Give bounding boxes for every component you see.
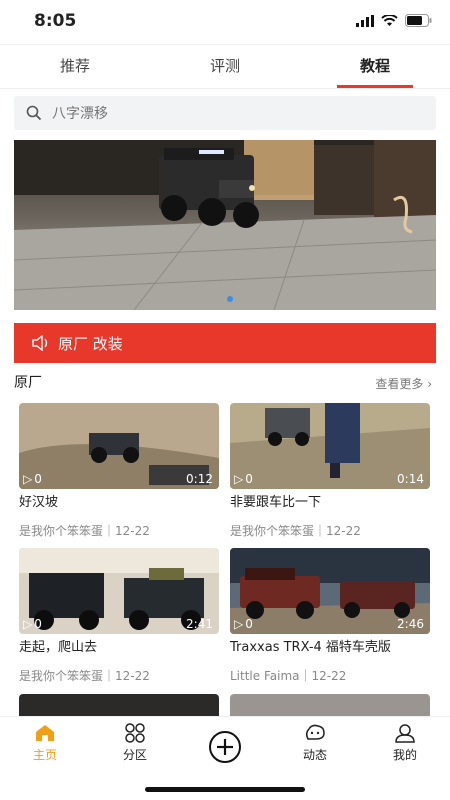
play-icon: ▷ bbox=[23, 617, 33, 631]
video-thumbnail[interactable]: ▷ 0 2:41 bbox=[19, 548, 219, 634]
video-duration: 0:12 bbox=[186, 472, 213, 486]
video-card[interactable]: ▷ 0 0:12 好汉坡 bbox=[19, 403, 219, 511]
status-time: 8:05 bbox=[34, 11, 77, 31]
video-duration: 0:14 bbox=[397, 472, 424, 486]
video-title: 好汉坡 bbox=[19, 495, 59, 510]
nav-feed-label: 动态 bbox=[302, 748, 327, 762]
category-notice-bar[interactable]: 原厂 改装 bbox=[14, 323, 436, 363]
view-count: ▷ 0 bbox=[23, 617, 42, 631]
wifi-icon bbox=[381, 14, 398, 26]
search-bar[interactable] bbox=[14, 96, 436, 130]
carousel-indicator[interactable] bbox=[227, 296, 233, 302]
nav-profile[interactable]: 我的 bbox=[360, 717, 450, 773]
video-meta: 是我你个笨笨蛋｜12-22 bbox=[230, 524, 361, 538]
speaker-icon bbox=[32, 335, 48, 351]
video-thumbnail-partial[interactable] bbox=[230, 694, 430, 716]
see-more-label: 查看更多 bbox=[375, 377, 424, 391]
video-thumbnail[interactable]: ▷ 0 2:46 bbox=[230, 548, 430, 634]
top-tabs: 推荐 评测 教程 bbox=[0, 44, 450, 89]
nav-home-label: 主页 bbox=[32, 748, 57, 762]
see-more-link[interactable]: 查看更多 › bbox=[375, 375, 432, 392]
tab-recommend[interactable]: 推荐 bbox=[0, 45, 150, 88]
video-thumbnail-partial[interactable] bbox=[19, 694, 219, 716]
category-icon bbox=[125, 723, 145, 743]
signal-icon bbox=[356, 14, 374, 27]
search-input[interactable] bbox=[50, 102, 424, 126]
status-icons bbox=[356, 14, 432, 27]
video-title: 走起，爬山去 bbox=[19, 640, 98, 655]
nav-home[interactable]: 主页 bbox=[0, 717, 90, 773]
video-duration: 2:46 bbox=[397, 617, 424, 631]
nav-publish[interactable] bbox=[180, 717, 270, 773]
battery-icon bbox=[405, 14, 432, 27]
play-icon: ▷ bbox=[234, 472, 244, 486]
profile-icon bbox=[395, 724, 415, 743]
play-icon: ▷ bbox=[234, 617, 244, 631]
home-indicator bbox=[145, 787, 305, 792]
video-thumbnail[interactable]: ▷ 0 0:14 bbox=[230, 403, 430, 489]
nav-profile-label: 我的 bbox=[392, 748, 417, 762]
banner-carousel[interactable] bbox=[14, 140, 436, 310]
video-card[interactable]: ▷ 0 2:46 Traxxas TRX-4 福特车壳版 bbox=[230, 548, 430, 656]
add-icon bbox=[209, 731, 241, 763]
view-count: ▷ 0 bbox=[23, 472, 42, 486]
video-meta: Little Faima｜12-22 bbox=[230, 669, 347, 683]
nav-category-label: 分区 bbox=[122, 748, 147, 762]
search-icon bbox=[26, 105, 42, 121]
nav-feed[interactable]: 动态 bbox=[270, 717, 360, 773]
status-bar: 8:05 bbox=[0, 0, 450, 44]
bottom-nav: 主页 分区 动态 我的 bbox=[0, 716, 450, 773]
section-title: 原厂 bbox=[14, 375, 42, 391]
video-title: Traxxas TRX-4 福特车壳版 bbox=[230, 640, 391, 655]
tab-review[interactable]: 评测 bbox=[150, 45, 300, 88]
video-meta: 是我你个笨笨蛋｜12-22 bbox=[19, 669, 150, 683]
notice-text: 原厂 改装 bbox=[58, 335, 123, 353]
view-count: ▷ 0 bbox=[234, 472, 253, 486]
chevron-right-icon: › bbox=[427, 377, 432, 391]
video-meta: 是我你个笨笨蛋｜12-22 bbox=[19, 524, 150, 538]
video-thumbnail[interactable]: ▷ 0 0:12 bbox=[19, 403, 219, 489]
tab-tutorial[interactable]: 教程 bbox=[300, 45, 450, 88]
video-duration: 2:41 bbox=[186, 617, 213, 631]
video-title: 非要跟车比一下 bbox=[230, 495, 322, 510]
home-icon bbox=[36, 725, 54, 741]
feed-icon bbox=[305, 724, 325, 740]
video-card[interactable]: ▷ 0 0:14 非要跟车比一下 bbox=[230, 403, 430, 511]
nav-category[interactable]: 分区 bbox=[90, 717, 180, 773]
view-count: ▷ 0 bbox=[234, 617, 253, 631]
banner-image bbox=[14, 140, 436, 310]
video-card[interactable]: ▷ 0 2:41 走起，爬山去 bbox=[19, 548, 219, 656]
play-icon: ▷ bbox=[23, 472, 33, 486]
